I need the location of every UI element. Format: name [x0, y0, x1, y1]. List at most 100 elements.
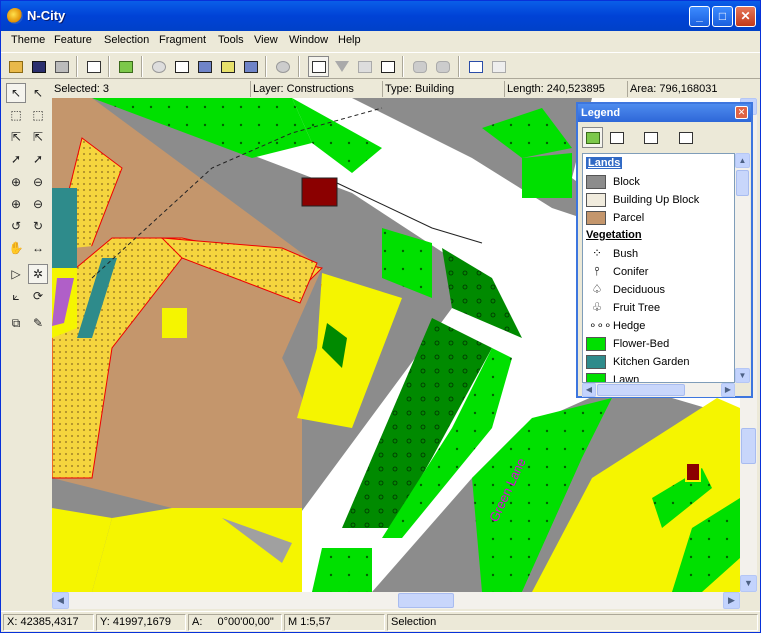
- layers-icon[interactable]: [115, 56, 136, 77]
- map-horizontal-scrollbar[interactable]: ◀ ▶: [52, 592, 740, 609]
- legend-layers-icon[interactable]: [582, 127, 603, 148]
- select-point-icon[interactable]: ⇱: [6, 127, 26, 147]
- rotate-right-icon[interactable]: ↻: [28, 216, 48, 236]
- copy-features-icon[interactable]: ⧉: [6, 313, 26, 333]
- legend-item-block[interactable]: Block: [586, 173, 734, 191]
- legend-symbol-text-icon[interactable]: [606, 127, 627, 148]
- legend-scroll-thumb[interactable]: [736, 170, 749, 196]
- layer-tool-icon[interactable]: ✲: [28, 264, 48, 284]
- close-button[interactable]: ✕: [735, 6, 756, 27]
- zoom-extent-icon[interactable]: ⊖: [28, 194, 48, 214]
- legend-list: Lands Block Building Up Block Parcel Veg…: [582, 153, 735, 383]
- menu-window[interactable]: Window: [289, 34, 328, 46]
- legend-horizontal-scrollbar[interactable]: ◀ ▶: [582, 383, 735, 397]
- legend-section-lands[interactable]: Lands: [586, 155, 734, 173]
- deciduous-icon: ♤: [591, 282, 603, 296]
- legend-item-conifer[interactable]: ⫯ Conifer: [586, 263, 734, 281]
- select-edge-icon[interactable]: ➚: [28, 149, 48, 169]
- hedge-icon: ∘∘∘: [589, 318, 612, 332]
- app-globe-icon: [7, 8, 23, 24]
- info-icon[interactable]: [148, 56, 169, 77]
- menu-theme[interactable]: Theme: [11, 34, 45, 46]
- legend-scroll-left-icon[interactable]: ◀: [582, 383, 596, 397]
- select-rect-icon[interactable]: ⬚: [6, 105, 26, 125]
- legend-vertical-scrollbar[interactable]: ▲ ▼: [735, 153, 750, 383]
- legend-item-building-up-block[interactable]: Building Up Block: [586, 191, 734, 209]
- legend-hscroll-thumb[interactable]: [597, 384, 685, 396]
- rotate-left-icon[interactable]: ↺: [6, 216, 26, 236]
- edit-features-icon[interactable]: ✎: [28, 313, 48, 333]
- legend-item-bush[interactable]: ⁘ Bush: [586, 245, 734, 263]
- legend-item-fruit-tree[interactable]: ♧ Fruit Tree: [586, 299, 734, 317]
- length-status: Length: 240,523895: [505, 81, 628, 97]
- legend-item-flower-bed[interactable]: Flower-Bed: [586, 335, 734, 353]
- selected-count: Selected: 3: [52, 81, 251, 97]
- title-bar: N-City _ □ ✕: [1, 1, 760, 31]
- pointer-icon[interactable]: ▷: [6, 264, 26, 284]
- select-node-icon[interactable]: ➚: [6, 149, 26, 169]
- legend-item-deciduous[interactable]: ♤ Deciduous: [586, 281, 734, 299]
- area-status: Area: 796,168031: [630, 83, 718, 95]
- redo-view-icon[interactable]: [488, 56, 509, 77]
- save-icon[interactable]: [28, 56, 49, 77]
- menu-help[interactable]: Help: [338, 34, 361, 46]
- open-icon[interactable]: [5, 56, 26, 77]
- link-icon[interactable]: [409, 56, 430, 77]
- select-multi-icon[interactable]: ↖: [28, 83, 48, 103]
- pan-hand-icon[interactable]: ✋: [6, 238, 26, 258]
- legend-section-vegetation[interactable]: Vegetation: [586, 227, 734, 245]
- minimize-button[interactable]: _: [689, 6, 710, 27]
- menu-view[interactable]: View: [254, 34, 278, 46]
- legend-scroll-down-icon[interactable]: ▼: [735, 368, 750, 383]
- legend-item-kitchen-garden[interactable]: Kitchen Garden: [586, 353, 734, 371]
- zoom-out-icon[interactable]: ⊖: [28, 172, 48, 192]
- list-view-icon[interactable]: [308, 56, 329, 77]
- filter-query-icon[interactable]: [354, 56, 375, 77]
- undo-view-icon[interactable]: [465, 56, 486, 77]
- stamp-icon[interactable]: [272, 56, 293, 77]
- vertical-scroll-thumb[interactable]: [741, 428, 756, 464]
- scroll-right-icon[interactable]: ▶: [723, 592, 740, 609]
- filter-icon[interactable]: [331, 56, 352, 77]
- legend-item-hedge[interactable]: ∘∘∘ Hedge: [586, 317, 734, 335]
- horizontal-scroll-thumb[interactable]: [398, 593, 454, 608]
- tools-palette: ↖ ↖ ⬚ ⬚ ⇱ ⇱ ➚ ➚ ⊕ ⊖ ⊕ ⊖ ↺ ↻ ✋ ↔ ▷ ✲ ⟀ ⟳ …: [1, 80, 52, 592]
- select-line-icon[interactable]: ⇱: [28, 127, 48, 147]
- legend-scroll-right-icon[interactable]: ▶: [721, 383, 735, 397]
- select-arrow-icon[interactable]: ↖: [6, 83, 26, 103]
- scroll-left-icon[interactable]: ◀: [52, 592, 69, 609]
- zoom-window-icon[interactable]: ⊕: [6, 194, 26, 214]
- grid-icon[interactable]: [377, 56, 398, 77]
- menu-tools[interactable]: Tools: [218, 34, 244, 46]
- scroll-down-icon[interactable]: ▼: [740, 575, 757, 592]
- menu-fragment[interactable]: Fragment: [159, 34, 206, 46]
- legend-title: Legend: [578, 104, 751, 122]
- measure-icon[interactable]: ↔: [28, 238, 48, 258]
- table-query-icon[interactable]: [240, 56, 261, 77]
- legend-close-icon[interactable]: ✕: [735, 106, 748, 119]
- menu-selection[interactable]: Selection: [104, 34, 149, 46]
- select-area-icon[interactable]: ⬚: [28, 105, 48, 125]
- zoom-in-icon[interactable]: ⊕: [6, 172, 26, 192]
- scale-readout: M 1:5,57: [284, 614, 385, 631]
- conifer-icon: ⫯: [594, 264, 600, 278]
- mode-status: Selection: [387, 614, 758, 631]
- legend-item-lawn[interactable]: Lawn: [586, 371, 734, 382]
- legend-item-parcel[interactable]: Parcel: [586, 209, 734, 227]
- maximize-button[interactable]: □: [712, 6, 733, 27]
- y-coordinate: Y: 41997,1679: [96, 614, 186, 631]
- legend-scroll-up-icon[interactable]: ▲: [735, 153, 750, 168]
- properties-icon[interactable]: [83, 56, 104, 77]
- table-icon[interactable]: [171, 56, 192, 77]
- table-color-icon[interactable]: [217, 56, 238, 77]
- refresh-icon[interactable]: ⟳: [28, 286, 48, 306]
- selection-status-bar: Selected: 3 Layer: Constructions Type: B…: [52, 80, 760, 98]
- type-status: Type: Building: [383, 81, 505, 97]
- menu-feature[interactable]: Feature: [54, 34, 92, 46]
- unlink-icon[interactable]: [432, 56, 453, 77]
- legend-sort-icon[interactable]: [675, 127, 696, 148]
- print-icon[interactable]: [51, 56, 72, 77]
- edit-polygon-icon[interactable]: ⟀: [6, 286, 26, 306]
- table-link-icon[interactable]: [194, 56, 215, 77]
- legend-export-icon[interactable]: [640, 127, 661, 148]
